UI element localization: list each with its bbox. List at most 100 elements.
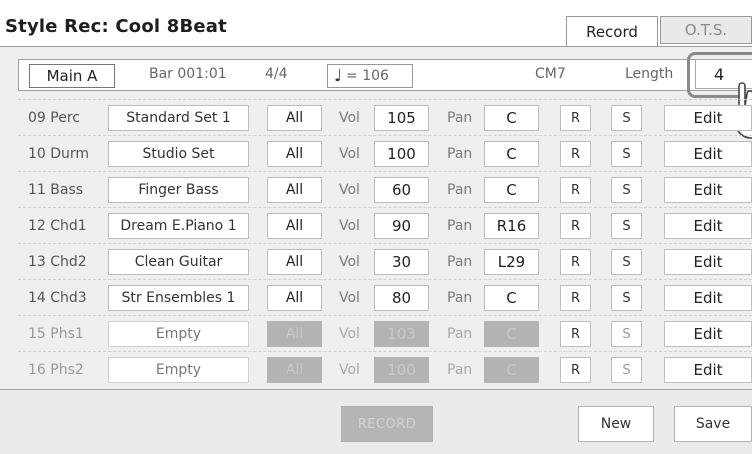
track-name: 14 Chd3 bbox=[28, 290, 87, 306]
page-title: Style Rec: Cool 8Beat bbox=[5, 16, 227, 37]
pan-field[interactable]: C bbox=[484, 357, 539, 383]
pan-label: Pan bbox=[447, 218, 473, 234]
pan-label: Pan bbox=[447, 146, 473, 162]
track-name: 10 Durm bbox=[28, 146, 90, 162]
bottom-bar: RECORD New Save bbox=[0, 389, 752, 454]
track-name: 09 Perc bbox=[28, 110, 80, 126]
track-name: 12 Chd1 bbox=[28, 218, 87, 234]
all-button[interactable]: All bbox=[267, 249, 322, 275]
pattern-selector[interactable]: Main A bbox=[29, 64, 115, 88]
volume-field[interactable]: 60 bbox=[374, 177, 429, 203]
all-button[interactable]: All bbox=[267, 105, 322, 131]
voice-button[interactable]: Standard Set 1 bbox=[108, 105, 249, 131]
rhythm-button[interactable]: R bbox=[560, 105, 591, 131]
new-button[interactable]: New bbox=[578, 406, 654, 442]
voice-button[interactable]: Empty bbox=[108, 357, 249, 383]
volume-field[interactable]: 100 bbox=[374, 357, 429, 383]
title-bar: Style Rec: Cool 8Beat Record O.T.S. bbox=[0, 0, 752, 46]
voice-button[interactable]: Str Ensembles 1 bbox=[108, 285, 249, 311]
rhythm-button[interactable]: R bbox=[560, 213, 591, 239]
solo-button[interactable]: S bbox=[611, 105, 642, 131]
voice-button[interactable]: Dream E.Piano 1 bbox=[108, 213, 249, 239]
edit-button[interactable]: Edit bbox=[664, 105, 752, 131]
tempo-field[interactable]: ♩ = 106 bbox=[327, 64, 413, 88]
all-button[interactable]: All bbox=[267, 177, 322, 203]
vol-label: Vol bbox=[339, 110, 360, 126]
rhythm-button[interactable]: R bbox=[560, 285, 591, 311]
pan-field[interactable]: C bbox=[484, 105, 539, 131]
length-label: Length bbox=[625, 66, 674, 82]
volume-field[interactable]: 80 bbox=[374, 285, 429, 311]
all-button[interactable]: All bbox=[267, 285, 322, 311]
vol-label: Vol bbox=[339, 218, 360, 234]
edit-button[interactable]: Edit bbox=[664, 357, 752, 383]
pan-field[interactable]: C bbox=[484, 141, 539, 167]
pan-field[interactable]: C bbox=[484, 177, 539, 203]
volume-field[interactable]: 105 bbox=[374, 105, 429, 131]
rhythm-button[interactable]: R bbox=[560, 177, 591, 203]
solo-button[interactable]: S bbox=[611, 213, 642, 239]
pan-label: Pan bbox=[447, 326, 473, 342]
solo-button[interactable]: S bbox=[611, 285, 642, 311]
pan-field[interactable]: C bbox=[484, 285, 539, 311]
pan-field[interactable]: L29 bbox=[484, 249, 539, 275]
vol-label: Vol bbox=[339, 146, 360, 162]
pan-field[interactable]: R16 bbox=[484, 213, 539, 239]
time-signature: 4/4 bbox=[265, 66, 288, 82]
voice-button[interactable]: Clean Guitar bbox=[108, 249, 249, 275]
pan-label: Pan bbox=[447, 254, 473, 270]
edit-button[interactable]: Edit bbox=[664, 321, 752, 347]
track-name: 16 Phs2 bbox=[28, 362, 84, 378]
all-button[interactable]: All bbox=[267, 321, 322, 347]
edit-button[interactable]: Edit bbox=[664, 213, 752, 239]
track-row: 14 Chd3 Str Ensembles 1 All Vol 80 Pan C R S Edit bbox=[18, 279, 752, 315]
pan-label: Pan bbox=[447, 362, 473, 378]
vol-label: Vol bbox=[339, 290, 360, 306]
voice-button[interactable]: Empty bbox=[108, 321, 249, 347]
solo-button[interactable]: S bbox=[611, 249, 642, 275]
all-button[interactable]: All bbox=[267, 141, 322, 167]
edit-button[interactable]: Edit bbox=[664, 249, 752, 275]
track-name: 15 Phs1 bbox=[28, 326, 84, 342]
rhythm-button[interactable]: R bbox=[560, 321, 591, 347]
chord-display: CM7 bbox=[535, 66, 566, 82]
quarter-note-icon: ♩ bbox=[334, 66, 343, 86]
vol-label: Vol bbox=[339, 182, 360, 198]
rhythm-button[interactable]: R bbox=[560, 357, 591, 383]
track-row: 12 Chd1 Dream E.Piano 1 All Vol 90 Pan R16 R S Ed… bbox=[18, 207, 752, 243]
record-button[interactable]: RECORD bbox=[341, 406, 433, 442]
rhythm-button[interactable]: R bbox=[560, 141, 591, 167]
tempo-value: = 106 bbox=[346, 68, 389, 84]
edit-button[interactable]: Edit bbox=[664, 285, 752, 311]
pan-label: Pan bbox=[447, 290, 473, 306]
volume-field[interactable]: 100 bbox=[374, 141, 429, 167]
track-row: 11 Bass Finger Bass All Vol 60 Pan C R S Edit bbox=[18, 171, 752, 207]
volume-field[interactable]: 90 bbox=[374, 213, 429, 239]
bar-position: Bar 001:01 bbox=[149, 66, 227, 82]
pan-label: Pan bbox=[447, 182, 473, 198]
all-button[interactable]: All bbox=[267, 213, 322, 239]
solo-button[interactable]: S bbox=[611, 321, 642, 347]
pan-field[interactable]: C bbox=[484, 321, 539, 347]
save-button[interactable]: Save bbox=[674, 406, 752, 442]
solo-button[interactable]: S bbox=[611, 141, 642, 167]
vol-label: Vol bbox=[339, 254, 360, 270]
solo-button[interactable]: S bbox=[611, 357, 642, 383]
rhythm-button[interactable]: R bbox=[560, 249, 591, 275]
edit-button[interactable]: Edit bbox=[664, 141, 752, 167]
tab-ots[interactable]: O.T.S. bbox=[660, 16, 752, 44]
all-button[interactable]: All bbox=[267, 357, 322, 383]
vol-label: Vol bbox=[339, 326, 360, 342]
edit-button[interactable]: Edit bbox=[664, 177, 752, 203]
solo-button[interactable]: S bbox=[611, 177, 642, 203]
voice-button[interactable]: Studio Set bbox=[108, 141, 249, 167]
volume-field[interactable]: 30 bbox=[374, 249, 429, 275]
track-row: 10 Durm Studio Set All Vol 100 Pan C R S Edit bbox=[18, 135, 752, 171]
track-name: 11 Bass bbox=[28, 182, 84, 198]
tab-record[interactable]: Record bbox=[566, 16, 658, 46]
volume-field[interactable]: 103 bbox=[374, 321, 429, 347]
voice-button[interactable]: Finger Bass bbox=[108, 177, 249, 203]
pan-label: Pan bbox=[447, 110, 473, 126]
vol-label: Vol bbox=[339, 362, 360, 378]
track-row: 16 Phs2 Empty All Vol 100 Pan C R S Edit bbox=[18, 351, 752, 387]
